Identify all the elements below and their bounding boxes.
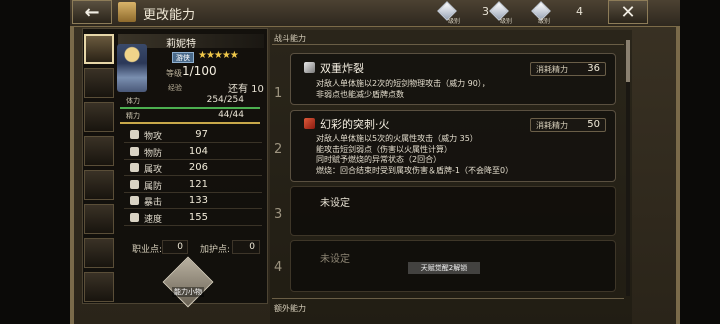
stat-label: 物攻 (144, 132, 163, 142)
party-slot-7[interactable] (84, 238, 114, 268)
stat-value: 206 (188, 162, 208, 173)
party-slot-5[interactable] (84, 170, 114, 200)
stat-label: 暴击 (144, 198, 163, 208)
job-badge: 游侠 (172, 52, 194, 63)
hp-bar (120, 107, 260, 109)
ability-desc-1: 对敌人单体施以2次的短剑物理攻击（威力 90）， 非弱点也能减少盾牌点数 (316, 79, 490, 99)
sp-bar (120, 122, 260, 124)
ability-unset-4: 未设定 (320, 254, 350, 265)
stat-label: 属防 (144, 181, 163, 192)
party-slot-1[interactable] (84, 34, 114, 64)
exp-remaining: 还有 10 (228, 84, 264, 95)
bonus-points-label: 加护点: (200, 245, 231, 255)
character-portrait (117, 44, 147, 92)
back-arrow-icon: ← (84, 1, 100, 23)
level-label: 等级 (166, 69, 182, 78)
ability-name-1: 双重炸裂 (320, 62, 364, 75)
battle-section-divider (272, 44, 624, 45)
stat-icon (130, 130, 139, 139)
extra-section-divider (272, 298, 624, 299)
stat-divider (124, 208, 262, 209)
fire-icon (304, 118, 315, 129)
currency-1-label: 级别 (448, 18, 461, 25)
close-icon: ✕ (620, 1, 636, 23)
ability-book-icon (118, 2, 136, 22)
extra-section-header: 额外能力 (274, 304, 306, 313)
slot-number-3: 3 (274, 207, 283, 222)
hp-value: 254/254 (206, 95, 244, 105)
bonus-points-value: 0 (232, 240, 260, 254)
stat-icon (130, 179, 139, 189)
party-slot-3[interactable] (84, 102, 114, 132)
stat-value: 133 (188, 195, 208, 206)
unlock-requirement: 天赋觉醒2解锁 (408, 262, 480, 274)
party-slot-6[interactable] (84, 204, 114, 234)
dagger-icon (304, 62, 315, 73)
exp-label: 经验 (168, 84, 182, 92)
stat-label: 物防 (144, 148, 163, 159)
stat-divider (124, 158, 262, 160)
stat-value: 121 (188, 178, 208, 190)
stat-label: 属攻 (144, 165, 163, 175)
stat-divider (124, 175, 262, 176)
currency-2-label: 级别 (500, 18, 513, 25)
stat-divider (124, 191, 262, 193)
stat-divider (124, 224, 262, 226)
battle-section-header: 战斗能力 (274, 34, 306, 43)
close-button[interactable]: ✕ (608, 0, 648, 24)
gear-label: 能力小物 (172, 287, 204, 297)
stat-label: 速度 (144, 214, 163, 225)
level-value: 1/100 (182, 64, 217, 78)
job-points-value: 0 (162, 240, 188, 254)
stat-icon (130, 212, 139, 222)
stat-icon (130, 196, 139, 205)
slot-number-1: 1 (274, 86, 283, 101)
currency-3-label: 级别 (538, 18, 551, 25)
slot-number-2: 2 (274, 142, 283, 157)
sp-cost-1: 消耗精力 36 (530, 62, 606, 76)
hp-row: 体力 254/254 (120, 95, 260, 109)
stat-icon (130, 146, 139, 156)
stat-value: 97 (195, 129, 208, 140)
stat-value: 155 (188, 211, 208, 223)
back-button[interactable]: ← (72, 0, 112, 24)
ability-name-2: 幻彩的突刺·火 (320, 118, 390, 131)
sp-value: 44/44 (218, 110, 244, 120)
ability-desc-2: 对敌人单体施以5次的火属性攻击（威力 35） 能攻击短剑弱点（伤害以火属性计算）… (316, 134, 514, 175)
character-name: 莉妮特 (166, 39, 196, 50)
stat-divider (124, 142, 262, 143)
rarity-stars: ★★★★★ (198, 50, 239, 61)
job-points-label: 职业点: (132, 245, 163, 255)
slot-number-4: 4 (274, 260, 283, 275)
ability-scrollbar-thumb[interactable] (626, 40, 630, 82)
sp-cost-2: 消耗精力 50 (530, 118, 606, 132)
sp-bar-fill (120, 122, 260, 124)
stat-value: 104 (188, 145, 208, 157)
sp-label: 精力 (126, 112, 140, 120)
stat-icon (130, 163, 139, 172)
hp-label: 体力 (126, 97, 140, 105)
party-slot-8[interactable] (84, 272, 114, 302)
ability-unset-3: 未设定 (320, 198, 350, 209)
page-title: 更改能力 (143, 8, 196, 23)
hp-bar-fill (120, 107, 260, 109)
party-slot-2[interactable] (84, 68, 114, 98)
party-slot-4[interactable] (84, 136, 114, 166)
sp-row: 精力 44/44 (120, 110, 260, 124)
